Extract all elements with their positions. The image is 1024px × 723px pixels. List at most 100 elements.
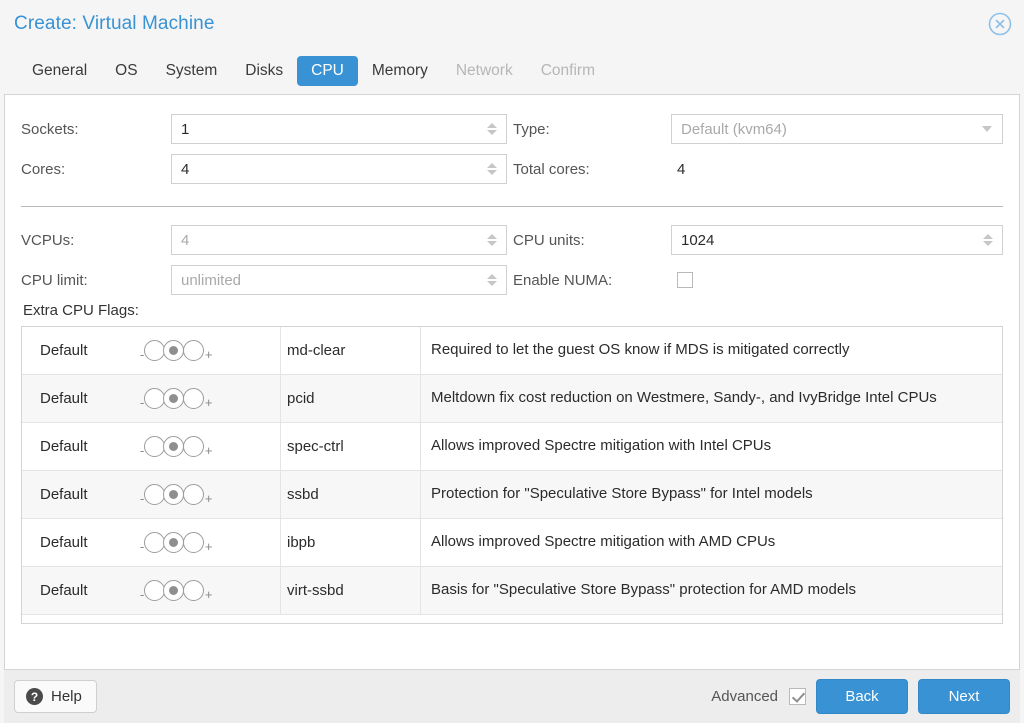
help-button-label: Help	[51, 688, 82, 705]
tristate-option-off[interactable]	[143, 436, 165, 457]
cpu-limit-spinner[interactable]	[485, 266, 499, 294]
flag-name: pcid	[280, 375, 420, 422]
cpu-settings-panel: Sockets: Type: Cores:	[4, 94, 1020, 669]
vcpus-field[interactable]	[171, 225, 507, 255]
help-button[interactable]: ? Help	[14, 680, 97, 713]
tristate-option-off[interactable]	[143, 532, 165, 553]
sockets-input[interactable]	[172, 115, 506, 143]
cores-spinner[interactable]	[485, 155, 499, 183]
tristate-circles	[143, 388, 204, 409]
cpu-units-input[interactable]	[672, 226, 1002, 254]
chevron-down-icon	[983, 241, 993, 246]
tab-confirm: Confirm	[540, 62, 595, 79]
tab-cpu[interactable]: CPU	[297, 56, 358, 86]
tristate-option-default[interactable]	[163, 340, 185, 361]
tristate-option-off[interactable]	[143, 388, 165, 409]
table-row: Default - + ibpb Allows improved Spectre mit…	[22, 519, 1002, 567]
flag-name: md-clear	[280, 327, 420, 374]
plus-sign: +	[204, 490, 213, 506]
tab-memory[interactable]: Memory	[358, 56, 442, 86]
flag-tristate-control[interactable]: - +	[140, 423, 280, 470]
cpu-units-field[interactable]	[671, 225, 1003, 255]
extra-cpu-flags-table: Default - + md-clear Required to let the gue…	[21, 326, 1003, 624]
vcpus-label: VCPUs:	[21, 231, 75, 249]
cpu-limit-input[interactable]	[172, 266, 506, 294]
plus-sign: +	[204, 538, 213, 554]
flag-description: Protection for "Speculative Store Bypass…	[420, 471, 1002, 518]
flag-tristate-control[interactable]: - +	[140, 567, 280, 614]
question-mark-icon: ?	[26, 688, 43, 705]
chevron-up-icon	[487, 234, 497, 239]
tristate-option-default[interactable]	[163, 388, 185, 409]
close-icon[interactable]	[987, 11, 1013, 37]
table-row: Default - + pcid Meltdown fix cost reduction…	[22, 375, 1002, 423]
flag-tristate-control[interactable]: - +	[140, 327, 280, 374]
section-divider	[21, 206, 1003, 207]
flag-description: Meltdown fix cost reduction on Westmere,…	[420, 375, 1002, 422]
cpu-units-spinner[interactable]	[981, 226, 995, 254]
tristate-selected-dot	[169, 394, 179, 403]
tristate-circles	[143, 484, 204, 505]
tristate-option-on[interactable]	[182, 532, 204, 553]
flag-name: ibpb	[280, 519, 420, 566]
tab-os[interactable]: OS	[101, 56, 151, 86]
flag-tristate-control[interactable]: - +	[140, 471, 280, 518]
total-cores-label: Total cores:	[513, 160, 590, 178]
footer-actions: Advanced Back Next	[711, 679, 1010, 714]
back-button[interactable]: Back	[816, 679, 908, 714]
tristate-option-on[interactable]	[182, 388, 204, 409]
chevron-down-icon	[487, 241, 497, 246]
enable-numa-checkbox[interactable]	[677, 272, 693, 288]
flag-tristate-control[interactable]: - +	[140, 519, 280, 566]
flag-tristate-control[interactable]: - +	[140, 375, 280, 422]
tristate-option-default[interactable]	[163, 532, 185, 553]
extra-cpu-flags-label: Extra CPU Flags:	[23, 302, 139, 319]
sockets-field[interactable]	[171, 114, 507, 144]
tristate-option-off[interactable]	[143, 484, 165, 505]
flag-description: Allows improved Spectre mitigation with …	[420, 423, 1002, 470]
tab-general[interactable]: General	[18, 56, 101, 86]
cores-field[interactable]	[171, 154, 507, 184]
tristate-selected-dot	[169, 586, 179, 595]
tristate-option-default[interactable]	[163, 436, 185, 457]
tristate-option-on[interactable]	[182, 580, 204, 601]
chevron-down-icon	[487, 130, 497, 135]
advanced-label: Advanced	[711, 688, 778, 705]
advanced-checkbox[interactable]	[789, 688, 806, 705]
cores-label: Cores:	[21, 160, 66, 178]
vcpus-input[interactable]	[172, 226, 506, 254]
tristate-option-default[interactable]	[163, 484, 185, 505]
tristate-option-on[interactable]	[182, 436, 204, 457]
tristate-circles	[143, 580, 204, 601]
tristate-option-off[interactable]	[143, 580, 165, 601]
tristate-selected-dot	[169, 442, 179, 451]
type-input[interactable]	[672, 115, 1002, 143]
chevron-up-icon	[983, 234, 993, 239]
flag-name: spec-ctrl	[280, 423, 420, 470]
type-label: Type:	[513, 120, 550, 138]
cpu-limit-label: CPU limit:	[21, 271, 88, 289]
type-select[interactable]	[671, 114, 1003, 144]
cpu-form-advanced: VCPUs: CPU units: CPU limit:	[21, 220, 1003, 300]
chevron-up-icon	[487, 123, 497, 128]
cpu-limit-field[interactable]	[171, 265, 507, 295]
next-button[interactable]: Next	[918, 679, 1010, 714]
flag-state-label: Default	[40, 342, 88, 359]
tristate-option-on[interactable]	[182, 484, 204, 505]
wizard-tabbar: General OS System Disks CPU Memory Netwo…	[0, 48, 1024, 94]
tristate-selected-dot	[169, 538, 179, 547]
flag-description: Allows improved Spectre mitigation with …	[420, 519, 1002, 566]
tab-system[interactable]: System	[152, 56, 232, 86]
chevron-down-icon[interactable]	[982, 126, 992, 132]
sockets-spinner[interactable]	[485, 115, 499, 143]
table-row: Default - + spec-ctrl Allows improved Spectr…	[22, 423, 1002, 471]
tristate-option-default[interactable]	[163, 580, 185, 601]
tristate-circles	[143, 436, 204, 457]
tab-disks[interactable]: Disks	[231, 56, 297, 86]
plus-sign: +	[204, 394, 213, 410]
chevron-up-icon	[487, 274, 497, 279]
cores-input[interactable]	[172, 155, 506, 183]
tristate-option-on[interactable]	[182, 340, 204, 361]
vcpus-spinner[interactable]	[485, 226, 499, 254]
tristate-option-off[interactable]	[143, 340, 165, 361]
